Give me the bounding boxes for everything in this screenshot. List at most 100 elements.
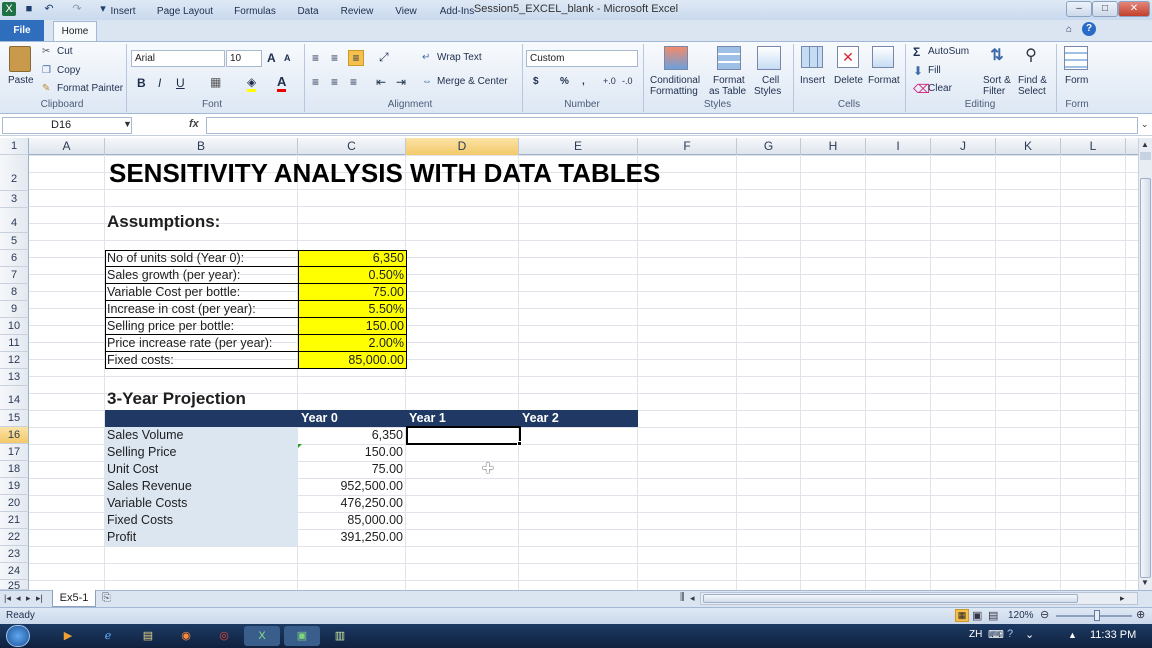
row-header-8[interactable]: 8 <box>0 284 29 301</box>
format-cells-button[interactable]: Format <box>868 75 900 86</box>
assumption-label[interactable]: Selling price per bottle: <box>105 318 298 335</box>
row-header-21[interactable]: 21 <box>0 512 29 529</box>
paste-icon[interactable] <box>9 46 31 72</box>
namebox-dropdown-icon[interactable]: ▼ <box>123 119 132 129</box>
projection-row-label[interactable]: Selling Price <box>107 444 176 461</box>
cell-styles-label[interactable]: Cell <box>762 75 779 86</box>
projection-row-label[interactable]: Sales Revenue <box>107 478 192 495</box>
row-header-18[interactable]: 18 <box>0 461 29 478</box>
fill-color-icon[interactable]: ◈ <box>247 75 257 92</box>
assumption-label[interactable]: Variable Cost per bottle: <box>105 284 298 301</box>
projection-header-year0[interactable]: Year 0 <box>301 410 338 427</box>
help-tray-icon[interactable]: ? <box>1007 628 1013 640</box>
merge-center-icon[interactable]: ⇔ <box>422 76 432 87</box>
assumption-value[interactable]: 2.00% <box>298 335 407 352</box>
name-box[interactable]: D16 <box>2 117 132 134</box>
assumption-value[interactable]: 6,350 <box>298 250 407 267</box>
projection-header-year1[interactable]: Year 1 <box>409 410 446 427</box>
tab-insert[interactable]: Insert <box>106 2 140 21</box>
explorer-icon[interactable]: ▤ <box>130 626 166 646</box>
format-as-table-icon[interactable] <box>717 46 741 70</box>
zoom-out-icon[interactable]: ⊖ <box>1040 608 1049 621</box>
find-select-label[interactable]: Find & <box>1018 75 1047 86</box>
projection-row-label[interactable]: Unit Cost <box>107 461 158 478</box>
format-painter-button[interactable]: Format Painter <box>57 83 123 94</box>
format-as-table-label-2[interactable]: as Table <box>709 86 746 97</box>
ribbon-collapse-icon[interactable]: ⌂ <box>1066 24 1072 35</box>
cut-icon[interactable]: ✂ <box>42 46 50 57</box>
media-player-icon[interactable]: ▶ <box>50 626 86 646</box>
align-left-icon[interactable]: ≡ <box>312 75 319 89</box>
assumption-label[interactable]: Increase in cost (per year): <box>105 301 298 318</box>
chrome-icon[interactable]: ◎ <box>206 626 242 646</box>
autosum-button[interactable]: AutoSum <box>928 46 969 57</box>
scroll-up-icon[interactable]: ▲ <box>1141 140 1149 149</box>
show-hidden-icons[interactable]: ▲ <box>1068 630 1077 640</box>
find-select-icon[interactable]: ⚲ <box>1020 45 1042 71</box>
scroll-down-icon[interactable]: ▼ <box>1141 578 1149 587</box>
tab-add-ins[interactable]: Add-Ins <box>434 2 480 21</box>
row-header-4[interactable]: 4 <box>0 208 29 233</box>
row-header-24[interactable]: 24 <box>0 563 29 580</box>
assumption-label[interactable]: Fixed costs: <box>105 352 298 369</box>
increase-decimal-button[interactable]: +.0 <box>603 76 616 86</box>
row-header-12[interactable]: 12 <box>0 352 29 369</box>
row-header-15[interactable]: 15 <box>0 410 29 427</box>
copy-icon[interactable]: ❐ <box>42 65 51 76</box>
font-size-select[interactable]: 10 <box>226 50 262 67</box>
scroll-left-icon[interactable]: ◂ <box>690 593 695 604</box>
keyboard-icon[interactable]: ⌨ <box>988 628 1004 641</box>
row-header-22[interactable]: 22 <box>0 529 29 546</box>
projection-heading[interactable]: 3-Year Projection <box>107 389 246 409</box>
row-header-14[interactable]: 14 <box>0 386 29 410</box>
page-layout-view-icon[interactable]: ▣ <box>972 609 982 622</box>
column-header-d[interactable]: D <box>406 138 519 155</box>
row-header-17[interactable]: 17 <box>0 444 29 461</box>
start-button[interactable] <box>6 625 30 647</box>
row-header-9[interactable]: 9 <box>0 301 29 318</box>
row-header-10[interactable]: 10 <box>0 318 29 335</box>
last-sheet-icon[interactable]: ▸| <box>36 593 43 604</box>
sort-filter-label-2[interactable]: Filter <box>983 86 1005 97</box>
first-sheet-icon[interactable]: |◂ <box>4 593 11 604</box>
font-color-icon[interactable]: A <box>277 74 287 92</box>
active-cell-d16[interactable] <box>406 426 521 445</box>
minimize-button[interactable]: – <box>1066 1 1092 17</box>
expand-formula-bar-icon[interactable]: ⌄ <box>1141 119 1149 130</box>
sort-filter-label[interactable]: Sort & <box>983 75 1011 86</box>
copy-button[interactable]: Copy <box>57 65 80 76</box>
projection-row-value[interactable]: 952,500.00 <box>298 478 406 495</box>
font-name-select[interactable]: Arial <box>131 50 225 67</box>
align-right-icon[interactable]: ≡ <box>350 75 357 89</box>
align-center-icon[interactable]: ≡ <box>331 75 338 89</box>
normal-view-icon[interactable]: ▦ <box>955 609 969 622</box>
tab-view[interactable]: View <box>390 2 422 21</box>
projection-row-value[interactable]: 75.00 <box>298 461 406 478</box>
zoom-level[interactable]: 120% <box>1008 610 1034 621</box>
sort-filter-icon[interactable]: ⇅ <box>986 45 1008 71</box>
fill-button[interactable]: Fill <box>928 65 941 76</box>
assumption-label[interactable]: Price increase rate (per year): <box>105 335 298 352</box>
row-header-3[interactable]: 3 <box>0 191 29 208</box>
projection-row-label[interactable]: Profit <box>107 529 136 546</box>
column-header-l[interactable]: L <box>1061 138 1126 155</box>
insert-sheet-icon[interactable]: ⎘ <box>102 592 111 605</box>
horizontal-scrollbar[interactable] <box>700 592 1138 605</box>
zoom-in-icon[interactable]: ⊕ <box>1136 608 1145 621</box>
formula-input[interactable] <box>206 117 1138 134</box>
shrink-font-button[interactable]: A <box>284 53 291 63</box>
row-header-20[interactable]: 20 <box>0 495 29 512</box>
app-taskbar-icon[interactable]: ▥ <box>322 626 358 646</box>
page-break-view-icon[interactable]: ▤ <box>988 609 998 622</box>
projection-row-value[interactable]: 391,250.00 <box>298 529 406 546</box>
prev-sheet-icon[interactable]: ◂ <box>16 593 21 604</box>
row-header-6[interactable]: 6 <box>0 250 29 267</box>
row-header-11[interactable]: 11 <box>0 335 29 352</box>
align-bottom-icon[interactable]: ≡ <box>348 50 364 66</box>
assumption-value[interactable]: 0.50% <box>298 267 407 284</box>
form-icon[interactable] <box>1064 46 1088 70</box>
merge-center-button[interactable]: Merge & Center <box>437 76 508 87</box>
sheet-title[interactable]: SENSITIVITY ANALYSIS WITH DATA TABLES <box>109 158 660 189</box>
number-format-select[interactable]: Custom <box>526 50 638 67</box>
row-header-16[interactable]: 16 <box>0 427 29 444</box>
